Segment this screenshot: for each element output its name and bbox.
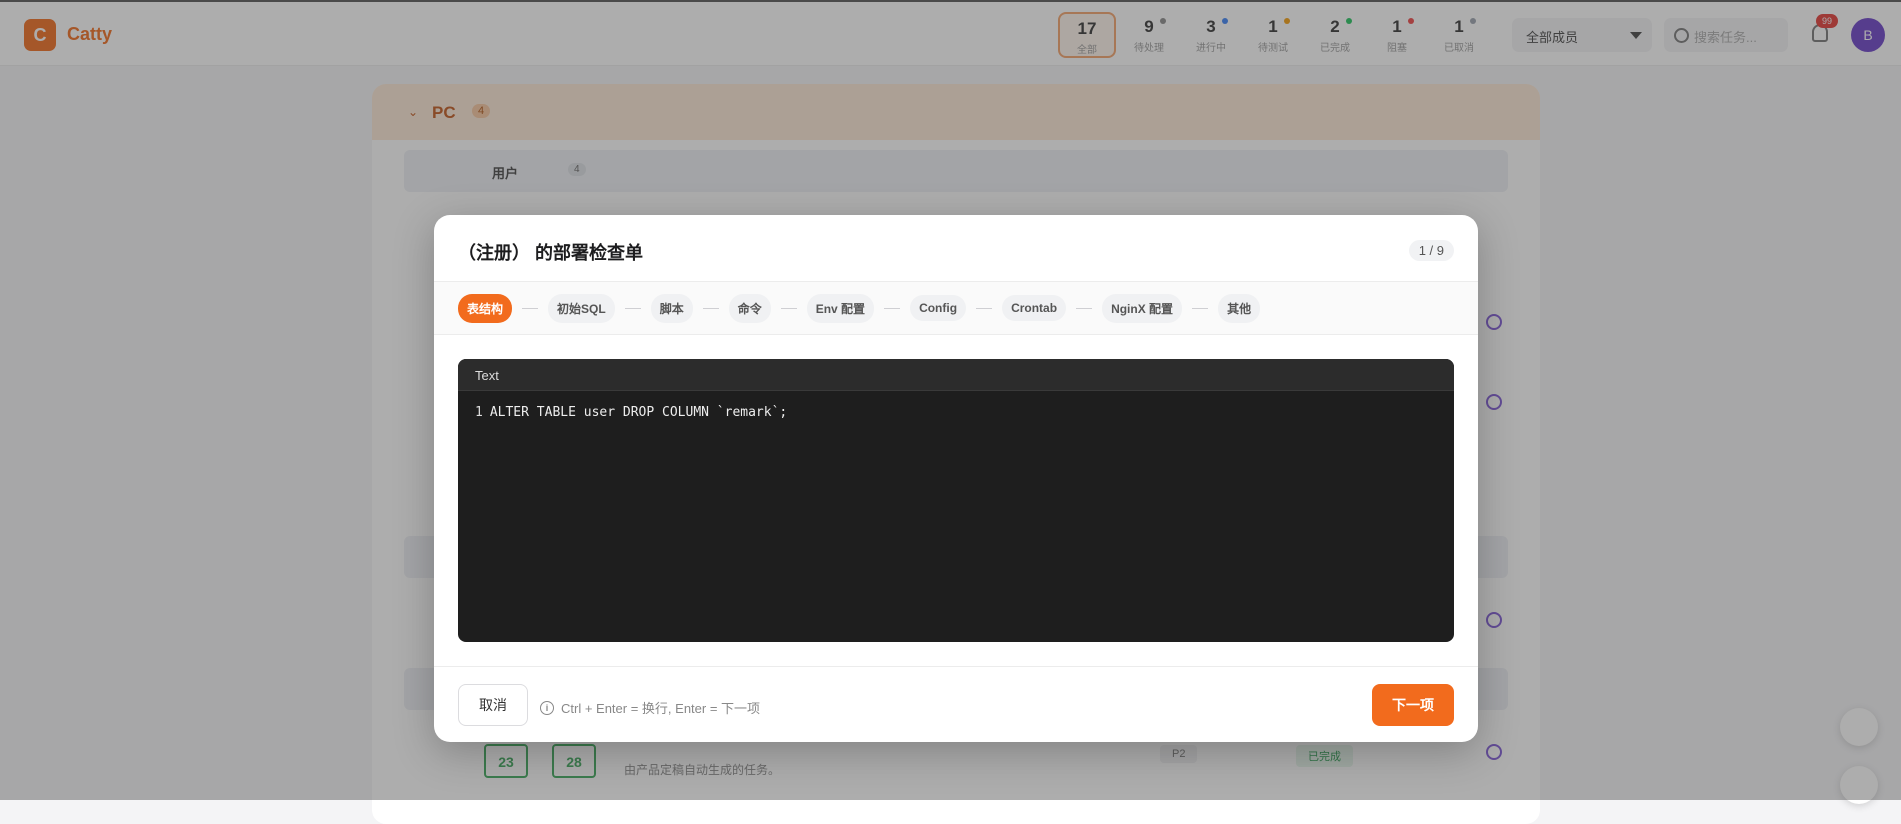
step-divider — [624, 307, 641, 309]
step-divider — [522, 307, 539, 309]
editor-content[interactable]: 1 ALTER TABLE user DROP COLUMN `remark`; — [458, 391, 1454, 434]
step-crontab[interactable]: Crontab — [1002, 295, 1067, 321]
line-number: 1 — [475, 405, 483, 420]
dialog-title: （注册） 的部署检查单 — [458, 243, 643, 263]
step-divider — [1192, 307, 1209, 309]
step-divider — [976, 307, 993, 309]
next-button[interactable]: 下一项 — [1372, 684, 1454, 726]
step-counter: 1 / 9 — [1408, 240, 1454, 261]
step-nginx-config[interactable]: NginX 配置 — [1102, 293, 1183, 323]
code-editor[interactable]: Text 1 ALTER TABLE user DROP COLUMN `rema… — [458, 359, 1454, 642]
step-divider — [884, 307, 901, 309]
step-command[interactable]: 命令 — [728, 293, 771, 323]
cancel-button[interactable]: 取消 — [458, 684, 528, 726]
keyboard-hint: i Ctrl + Enter = 换行, Enter = 下一项 — [540, 698, 760, 717]
step-divider — [780, 307, 797, 309]
editor-mode-label: Text — [458, 359, 1454, 391]
step-divider — [1076, 307, 1093, 309]
step-env-config[interactable]: Env 配置 — [806, 293, 875, 323]
deploy-checklist-dialog: （注册） 的部署检查单 1 / 9 表结构 初始SQL 脚本 命令 Env 配置… — [434, 215, 1478, 742]
dialog-footer: 取消 i Ctrl + Enter = 换行, Enter = 下一项 下一项 — [434, 666, 1478, 742]
step-init-sql[interactable]: 初始SQL — [548, 293, 615, 323]
step-divider — [702, 307, 719, 309]
code-line: ALTER TABLE user DROP COLUMN `remark`; — [489, 405, 788, 420]
step-config[interactable]: Config — [910, 295, 967, 321]
info-icon: i — [540, 700, 554, 715]
step-table-structure[interactable]: 表结构 — [458, 293, 513, 323]
checklist-steps: 表结构 初始SQL 脚本 命令 Env 配置 Config Crontab Ng… — [434, 281, 1478, 335]
step-other[interactable]: 其他 — [1218, 293, 1261, 323]
keyboard-hint-text: Ctrl + Enter = 换行, Enter = 下一项 — [561, 701, 761, 716]
dialog-header: （注册） 的部署检查单 1 / 9 — [434, 215, 1478, 281]
step-script[interactable]: 脚本 — [650, 293, 693, 323]
